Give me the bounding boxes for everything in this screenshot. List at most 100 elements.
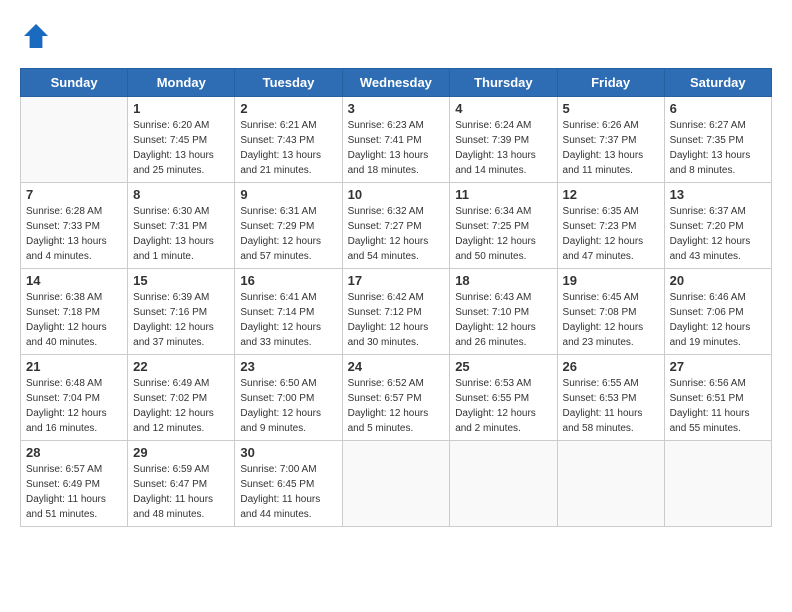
day-number: 28 — [26, 445, 122, 460]
calendar-cell: 25Sunrise: 6:53 AMSunset: 6:55 PMDayligh… — [450, 355, 557, 441]
day-info: Sunrise: 6:55 AMSunset: 6:53 PMDaylight:… — [563, 376, 659, 436]
day-info: Sunrise: 6:30 AMSunset: 7:31 PMDaylight:… — [133, 204, 229, 264]
calendar-cell: 8 Sunrise: 6:30 AMSunset: 7:31 PMDaylight… — [128, 183, 235, 269]
day-number: 18 — [455, 273, 551, 288]
calendar-cell — [557, 441, 664, 527]
day-number: 13 — [670, 187, 766, 202]
calendar-cell — [21, 97, 128, 183]
calendar-cell: 3Sunrise: 6:23 AMSunset: 7:41 PMDaylight… — [342, 97, 450, 183]
day-header-wednesday: Wednesday — [342, 69, 450, 97]
day-number: 15 — [133, 273, 229, 288]
day-number: 23 — [240, 359, 336, 374]
day-number: 8 — [133, 187, 229, 202]
day-number: 4 — [455, 101, 551, 116]
day-number: 7 — [26, 187, 122, 202]
calendar-cell: 27 Sunrise: 6:56 AMSunset: 6:51 PMDayligh… — [664, 355, 771, 441]
calendar-cell: 12 Sunrise: 6:35 AMSunset: 7:23 PMDayligh… — [557, 183, 664, 269]
day-header-monday: Monday — [128, 69, 235, 97]
calendar-cell: 19Sunrise: 6:45 AMSunset: 7:08 PMDayligh… — [557, 269, 664, 355]
calendar-cell — [342, 441, 450, 527]
calendar-cell — [450, 441, 557, 527]
calendar-cell: 20 Sunrise: 6:46 AMSunset: 7:06 PMDayligh… — [664, 269, 771, 355]
calendar-week-row: 14 Sunrise: 6:38 AMSunset: 7:18 PMDayligh… — [21, 269, 772, 355]
calendar-cell: 24Sunrise: 6:52 AMSunset: 6:57 PMDayligh… — [342, 355, 450, 441]
calendar-cell: 4 Sunrise: 6:24 AMSunset: 7:39 PMDaylight… — [450, 97, 557, 183]
calendar-cell: 5Sunrise: 6:26 AMSunset: 7:37 PMDaylight… — [557, 97, 664, 183]
day-number: 19 — [563, 273, 659, 288]
day-number: 30 — [240, 445, 336, 460]
day-info: Sunrise: 6:43 AMSunset: 7:10 PMDaylight:… — [455, 290, 551, 350]
day-info: Sunrise: 6:32 AMSunset: 7:27 PMDaylight:… — [348, 204, 445, 264]
day-number: 9 — [240, 187, 336, 202]
calendar-cell: 16 Sunrise: 6:41 AMSunset: 7:14 PMDayligh… — [235, 269, 342, 355]
day-info: Sunrise: 6:57 AMSunset: 6:49 PMDaylight:… — [26, 462, 122, 522]
calendar-cell: 23 Sunrise: 6:50 AMSunset: 7:00 PMDayligh… — [235, 355, 342, 441]
day-info: Sunrise: 6:27 AMSunset: 7:35 PMDaylight:… — [670, 118, 766, 178]
calendar-cell: 2 Sunrise: 6:21 AMSunset: 7:43 PMDaylight… — [235, 97, 342, 183]
day-number: 20 — [670, 273, 766, 288]
calendar-cell: 22Sunrise: 6:49 AMSunset: 7:02 PMDayligh… — [128, 355, 235, 441]
day-info: Sunrise: 6:49 AMSunset: 7:02 PMDaylight:… — [133, 376, 229, 436]
page-header — [20, 20, 772, 52]
day-number: 16 — [240, 273, 336, 288]
day-info: Sunrise: 6:48 AMSunset: 7:04 PMDaylight:… — [26, 376, 122, 436]
day-number: 11 — [455, 187, 551, 202]
day-info: Sunrise: 6:53 AMSunset: 6:55 PMDaylight:… — [455, 376, 551, 436]
day-info: Sunrise: 6:46 AMSunset: 7:06 PMDaylight:… — [670, 290, 766, 350]
day-number: 21 — [26, 359, 122, 374]
day-header-tuesday: Tuesday — [235, 69, 342, 97]
calendar-cell: 15 Sunrise: 6:39 AMSunset: 7:16 PMDayligh… — [128, 269, 235, 355]
day-info: Sunrise: 6:56 AMSunset: 6:51 PMDaylight:… — [670, 376, 766, 436]
calendar-cell: 30 Sunrise: 7:00 AMSunset: 6:45 PMDayligh… — [235, 441, 342, 527]
calendar-cell: 6 Sunrise: 6:27 AMSunset: 7:35 PMDaylight… — [664, 97, 771, 183]
day-header-sunday: Sunday — [21, 69, 128, 97]
day-number: 26 — [563, 359, 659, 374]
day-number: 29 — [133, 445, 229, 460]
day-info: Sunrise: 7:00 AMSunset: 6:45 PMDaylight:… — [240, 462, 336, 522]
calendar-cell: 17 Sunrise: 6:42 AMSunset: 7:12 PMDayligh… — [342, 269, 450, 355]
calendar-week-row: 7 Sunrise: 6:28 AMSunset: 7:33 PMDaylight… — [21, 183, 772, 269]
day-info: Sunrise: 6:50 AMSunset: 7:00 PMDaylight:… — [240, 376, 336, 436]
calendar-cell: 29 Sunrise: 6:59 AMSunset: 6:47 PMDayligh… — [128, 441, 235, 527]
calendar-cell: 1Sunrise: 6:20 AMSunset: 7:45 PMDaylight… — [128, 97, 235, 183]
day-number: 2 — [240, 101, 336, 116]
day-header-thursday: Thursday — [450, 69, 557, 97]
calendar-cell: 7 Sunrise: 6:28 AMSunset: 7:33 PMDaylight… — [21, 183, 128, 269]
day-info: Sunrise: 6:34 AMSunset: 7:25 PMDaylight:… — [455, 204, 551, 264]
day-number: 12 — [563, 187, 659, 202]
day-info: Sunrise: 6:39 AMSunset: 7:16 PMDaylight:… — [133, 290, 229, 350]
logo-icon — [20, 20, 52, 52]
day-number: 14 — [26, 273, 122, 288]
day-info: Sunrise: 6:21 AMSunset: 7:43 PMDaylight:… — [240, 118, 336, 178]
calendar-cell: 10 Sunrise: 6:32 AMSunset: 7:27 PMDayligh… — [342, 183, 450, 269]
day-info: Sunrise: 6:28 AMSunset: 7:33 PMDaylight:… — [26, 204, 122, 264]
day-header-friday: Friday — [557, 69, 664, 97]
day-number: 5 — [563, 101, 659, 116]
day-number: 17 — [348, 273, 445, 288]
day-info: Sunrise: 6:38 AMSunset: 7:18 PMDaylight:… — [26, 290, 122, 350]
calendar-cell: 21 Sunrise: 6:48 AMSunset: 7:04 PMDayligh… — [21, 355, 128, 441]
day-info: Sunrise: 6:42 AMSunset: 7:12 PMDaylight:… — [348, 290, 445, 350]
day-info: Sunrise: 6:35 AMSunset: 7:23 PMDaylight:… — [563, 204, 659, 264]
day-info: Sunrise: 6:41 AMSunset: 7:14 PMDaylight:… — [240, 290, 336, 350]
calendar-cell: 14 Sunrise: 6:38 AMSunset: 7:18 PMDayligh… — [21, 269, 128, 355]
calendar-week-row: 1Sunrise: 6:20 AMSunset: 7:45 PMDaylight… — [21, 97, 772, 183]
calendar-cell: 18 Sunrise: 6:43 AMSunset: 7:10 PMDayligh… — [450, 269, 557, 355]
day-info: Sunrise: 6:31 AMSunset: 7:29 PMDaylight:… — [240, 204, 336, 264]
calendar-cell — [664, 441, 771, 527]
calendar-table: SundayMondayTuesdayWednesdayThursdayFrid… — [20, 68, 772, 527]
calendar-week-row: 21 Sunrise: 6:48 AMSunset: 7:04 PMDayligh… — [21, 355, 772, 441]
calendar-cell: 26 Sunrise: 6:55 AMSunset: 6:53 PMDayligh… — [557, 355, 664, 441]
calendar-cell: 13Sunrise: 6:37 AMSunset: 7:20 PMDayligh… — [664, 183, 771, 269]
day-info: Sunrise: 6:59 AMSunset: 6:47 PMDaylight:… — [133, 462, 229, 522]
day-number: 27 — [670, 359, 766, 374]
day-info: Sunrise: 6:52 AMSunset: 6:57 PMDaylight:… — [348, 376, 445, 436]
day-number: 6 — [670, 101, 766, 116]
day-info: Sunrise: 6:23 AMSunset: 7:41 PMDaylight:… — [348, 118, 445, 178]
day-header-saturday: Saturday — [664, 69, 771, 97]
calendar-cell: 11 Sunrise: 6:34 AMSunset: 7:25 PMDayligh… — [450, 183, 557, 269]
day-info: Sunrise: 6:24 AMSunset: 7:39 PMDaylight:… — [455, 118, 551, 178]
calendar-cell: 9 Sunrise: 6:31 AMSunset: 7:29 PMDaylight… — [235, 183, 342, 269]
day-number: 10 — [348, 187, 445, 202]
logo — [20, 20, 56, 52]
